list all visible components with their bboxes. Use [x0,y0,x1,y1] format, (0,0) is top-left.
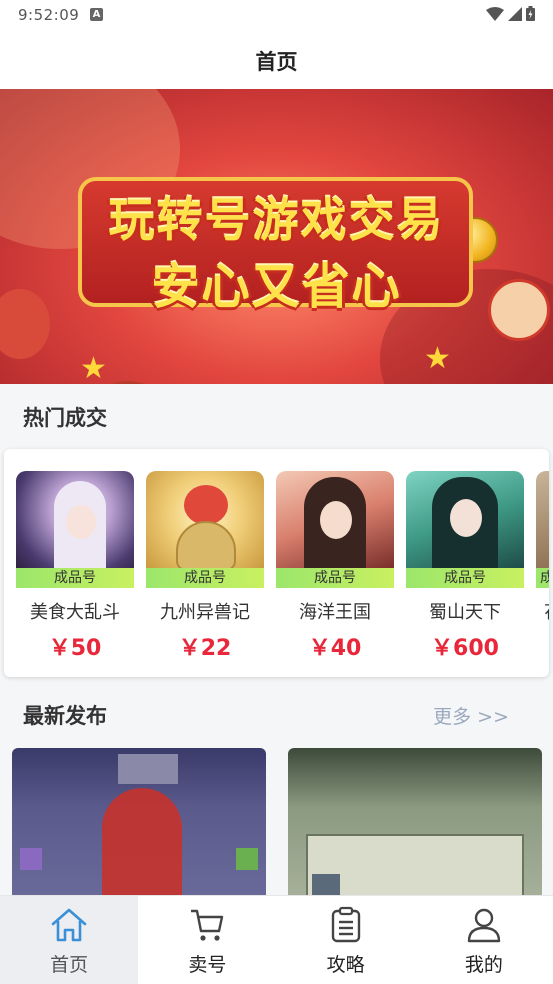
status-time: 9:52:09 [18,6,80,24]
tab-label: 卖号 [188,954,227,976]
dragon-egg [176,521,236,568]
hot-deals-title: 热门成交 [23,406,107,430]
star-icon: ★ [424,341,451,376]
page-title: 首页 [255,50,298,74]
banner-subheadline: 安心又省心 [151,259,402,315]
listing-character [102,788,182,898]
game-thumbnail [536,471,549,568]
product-tag: 成品号 [146,568,264,588]
price: ￥50 [48,636,102,661]
product-tag: 成 [536,568,549,588]
banner-headline: 玩转号游戏交易 [108,193,445,247]
cart-icon [191,909,224,941]
new-listings-title: 最新发布 [23,704,107,728]
game-thumbnail [16,471,134,568]
price: ￥40 [308,636,362,661]
price: ￥22 [178,636,232,661]
character-face [450,499,482,537]
hot-deal-item[interactable]: 成品号 海洋王国 ￥40 [276,471,394,662]
game-thumbnail [406,471,524,568]
wifi-icon [486,6,504,21]
listing-slot [236,848,258,870]
price: ￥600 [431,636,499,661]
hot-deal-item[interactable]: 成品号 美食大乱斗 ￥50 [16,471,134,662]
clipboard-icon [331,906,360,943]
hot-deal-item[interactable]: 成 花 [536,471,549,630]
product-tag: 成品号 [406,568,524,588]
status-bar: 9:52:09 A [0,0,553,30]
game-name: 蜀山天下 [429,602,501,623]
tab-home[interactable]: 首页 [0,896,139,984]
listing-panel [118,754,178,784]
home-icon [51,908,87,942]
new-listing-card[interactable] [288,748,542,898]
game-name: 九州异兽记 [160,602,250,623]
status-icons [486,6,535,21]
character-face [320,501,352,539]
tab-profile[interactable]: 我的 [415,896,553,984]
tab-guide[interactable]: 攻略 [277,896,415,984]
user-icon [467,908,501,943]
hot-deal-item[interactable]: 成品号 九州异兽记 ￥22 [146,471,264,662]
character-face [66,505,96,539]
banner-carousel[interactable]: ★ ★ 玩转号游戏交易 安心又省心 [0,89,553,384]
game-name: 花 [536,598,549,624]
hot-deals-card: 成品号 美食大乱斗 ￥50 成品号 九州异兽记 ￥22 成品号 海洋王国 ￥40… [4,449,549,677]
signal-icon [508,6,522,21]
tab-sell[interactable]: 卖号 [138,896,276,984]
notification-a-icon: A [90,8,103,21]
game-thumbnail [276,471,394,568]
battery-icon [526,6,535,21]
tab-label: 首页 [50,954,89,976]
bottom-tabbar: 首页 卖号 攻略 我的 [0,895,553,984]
hot-deal-item[interactable]: 成品号 蜀山天下 ￥600 [406,471,524,662]
product-tag: 成品号 [276,568,394,588]
game-thumbnail [146,471,264,568]
new-listing-card[interactable] [12,748,266,898]
star-icon: ★ [80,351,107,384]
tab-label: 攻略 [326,954,365,976]
game-name: 美食大乱斗 [30,602,120,623]
game-name: 海洋王国 [299,602,371,623]
listing-slot [20,848,42,870]
more-link[interactable]: 更多 >> [433,702,509,729]
tab-label: 我的 [464,954,503,976]
app-header: 首页 [0,30,553,90]
product-tag: 成品号 [16,568,134,588]
dragon-body [184,485,228,525]
